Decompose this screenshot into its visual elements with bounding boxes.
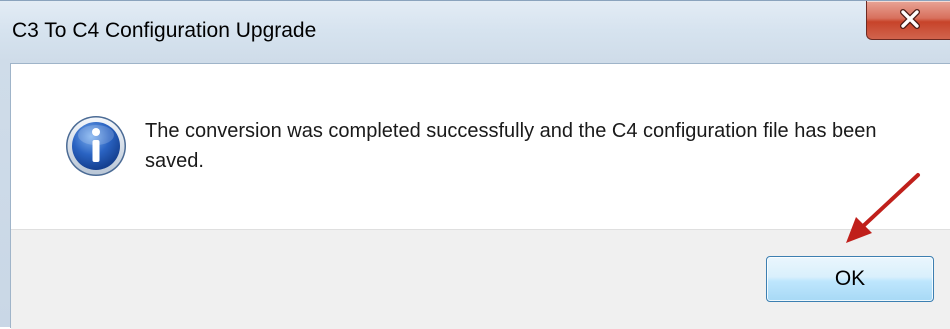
red-arrow-icon	[846, 173, 920, 243]
close-icon	[900, 9, 920, 29]
info-icon	[66, 116, 126, 176]
button-area: OK	[11, 229, 950, 329]
dialog-content: The conversion was completed successfull…	[10, 63, 950, 329]
window-title: C3 To C4 Configuration Upgrade	[12, 19, 317, 42]
message-area: The conversion was completed successfull…	[11, 64, 950, 229]
title-bar[interactable]: C3 To C4 Configuration Upgrade	[0, 1, 950, 63]
close-button[interactable]	[866, 1, 950, 40]
ok-button[interactable]: OK	[766, 256, 934, 302]
message-text: The conversion was completed successfull…	[145, 120, 877, 172]
dialog-window: C3 To C4 Configuration Upgrade The conve…	[0, 0, 950, 329]
